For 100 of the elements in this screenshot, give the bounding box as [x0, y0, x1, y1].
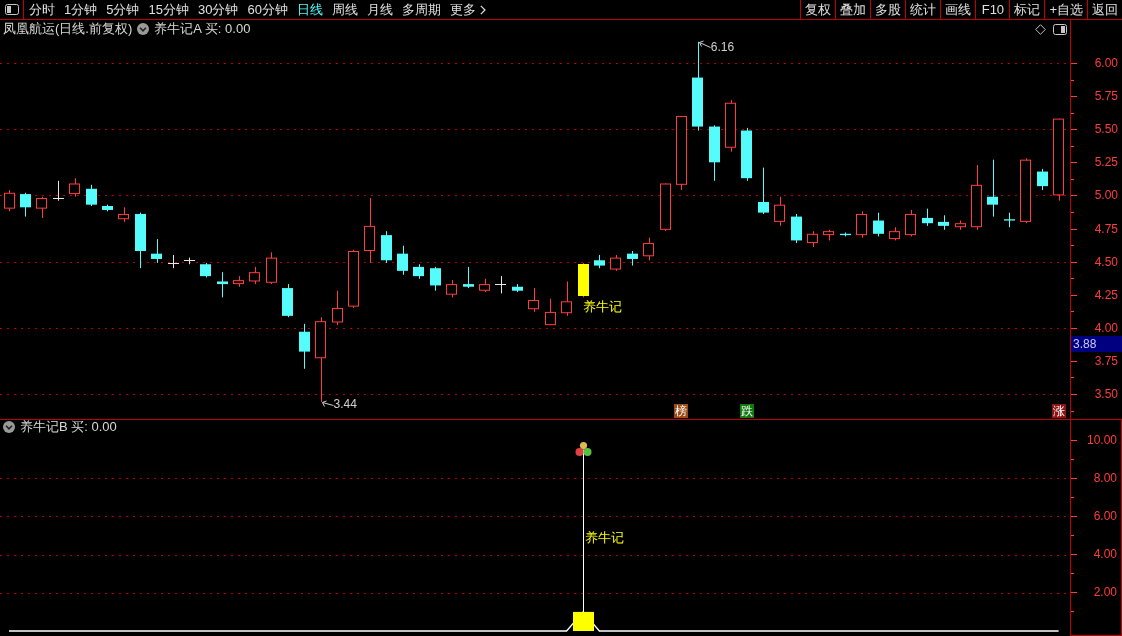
toolbar-button[interactable]: 叠加: [835, 0, 871, 19]
axis-label: 4.50: [1094, 254, 1118, 269]
candlestick: [348, 249, 359, 309]
toolbar-button[interactable]: 多股: [870, 0, 906, 19]
leader-arrow: [322, 400, 334, 407]
candlestick: [627, 250, 638, 267]
candlestick: [118, 206, 129, 223]
candlestick: [413, 263, 424, 280]
toolbar-button[interactable]: 画线: [940, 0, 976, 19]
candlestick: [183, 257, 196, 265]
candlestick: [4, 189, 15, 212]
candlestick: [1020, 157, 1031, 224]
diamond-icon[interactable]: [1035, 23, 1046, 35]
candlestick: [840, 231, 851, 237]
period-tab[interactable]: 30分钟: [193, 0, 243, 19]
dropdown-icon[interactable]: [137, 23, 150, 35]
candlestick: [200, 262, 211, 278]
candlestick: [971, 164, 982, 231]
signal-label: 养牛记: [583, 298, 622, 314]
candlestick: [856, 210, 867, 239]
price-tag: 3.88: [1071, 336, 1122, 352]
candlestick: [873, 212, 884, 237]
candlestick: [86, 184, 97, 207]
candlestick: [282, 283, 293, 318]
candlestick: [938, 214, 949, 231]
candlestick: [364, 197, 375, 264]
candlestick: [446, 279, 457, 298]
candlestick: [151, 238, 162, 264]
candlestick: [889, 226, 900, 241]
axis-label: 3.75: [1094, 353, 1118, 368]
period-tab[interactable]: 月线: [362, 0, 397, 19]
candlestick: [36, 196, 47, 219]
indicator-readout: 养牛记B 买: 0.00: [20, 418, 117, 436]
period-tab[interactable]: 日线: [292, 0, 327, 19]
axis-label: 6.00: [1094, 56, 1118, 70]
candlestick: [167, 254, 180, 269]
axis-label: 5.75: [1094, 89, 1118, 104]
candlestick: [463, 266, 474, 289]
candlestick: [1037, 168, 1048, 191]
period-tab[interactable]: 1分钟: [60, 0, 102, 19]
candlestick: [397, 245, 408, 276]
axis-label: 3.50: [1094, 387, 1118, 401]
candlestick: [135, 212, 146, 269]
candlestick: [381, 230, 392, 264]
toolbar-button[interactable]: 返回: [1087, 0, 1122, 19]
event-badge: 跌: [740, 404, 754, 418]
period-tab[interactable]: 5分钟: [102, 0, 144, 19]
candlestick: [217, 271, 228, 298]
toolbar-button[interactable]: F10: [975, 0, 1010, 19]
axis-label: 5.00: [1094, 188, 1118, 203]
axis-label: 2.00: [1093, 585, 1117, 599]
toolbar-button[interactable]: 标记: [1009, 0, 1045, 19]
period-tab[interactable]: 分时: [25, 0, 59, 19]
period-tab[interactable]: 更多: [445, 0, 490, 19]
period-tab[interactable]: 60分钟: [243, 0, 292, 19]
axis-label: 5.25: [1094, 155, 1118, 170]
candlestick: [791, 213, 802, 244]
toolbar-button[interactable]: +自选: [1044, 0, 1087, 19]
chevron-right-icon: [479, 4, 486, 15]
period-tab[interactable]: 周线: [327, 0, 362, 19]
candlestick: [922, 208, 933, 227]
candlestick: [430, 266, 441, 292]
toolbar-button[interactable]: 统计: [905, 0, 941, 19]
candlestick: [233, 275, 244, 288]
period-tab[interactable]: 15分钟: [144, 0, 193, 19]
candlestick: [299, 323, 310, 370]
candlestick: [610, 254, 621, 272]
toolbar-button[interactable]: 复权: [800, 0, 836, 19]
candlestick: [905, 209, 916, 237]
candlestick: [249, 266, 260, 285]
candlestick: [823, 229, 834, 241]
axis-label: 6.00: [1093, 508, 1117, 523]
candlestick: [561, 280, 572, 317]
dropdown-icon[interactable]: [3, 421, 15, 433]
candlestick: [594, 254, 605, 269]
axis-label: 10.00: [1086, 434, 1117, 447]
axis-label: 4.75: [1094, 221, 1118, 236]
candlestick: [20, 192, 31, 218]
event-badge: 榜: [674, 404, 688, 418]
candlestick: [807, 230, 818, 248]
axis-label: 5.50: [1094, 122, 1118, 137]
candlestick: [528, 287, 539, 313]
event-badge: 涨: [1052, 404, 1066, 418]
axis-label: 8.00: [1093, 470, 1117, 485]
candlestick: [479, 278, 490, 293]
period-tab[interactable]: 多周期: [397, 0, 445, 19]
candlestick: [709, 124, 720, 182]
candlestick: [102, 204, 113, 212]
candlestick: [741, 127, 752, 182]
candlestick: [545, 298, 556, 326]
candlestick: [512, 283, 523, 293]
candlestick: [52, 180, 65, 202]
candlestick: [332, 290, 343, 326]
price-label: 3.44: [333, 396, 357, 411]
candlestick: [660, 183, 671, 232]
candlestick: [494, 275, 507, 294]
candlestick: [774, 196, 785, 227]
three-balls-icon: [575, 441, 592, 456]
candlestick: [266, 251, 277, 285]
axis-label: 4.25: [1094, 287, 1118, 302]
